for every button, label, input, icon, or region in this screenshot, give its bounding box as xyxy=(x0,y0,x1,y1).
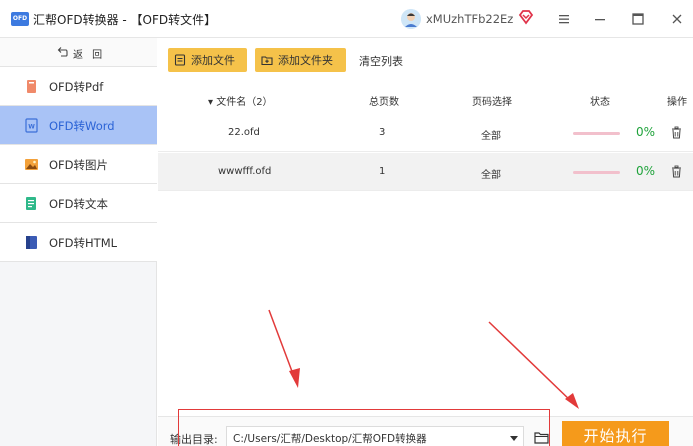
svg-text:W: W xyxy=(28,124,35,131)
vip-diamond-icon[interactable] xyxy=(518,9,534,25)
pdf-icon xyxy=(27,80,36,93)
add-file-icon xyxy=(174,54,186,66)
annotation-highlight-box xyxy=(178,409,550,446)
image-icon xyxy=(25,159,38,170)
trash-icon[interactable] xyxy=(670,126,683,139)
sidebar: 返 回 OFD转Pdf W OFD转Word OFD转图片 OFD转文本 OFD… xyxy=(0,38,157,446)
column-pages: 总页数 xyxy=(369,97,399,108)
add-folder-button[interactable]: 添加文件夹 xyxy=(255,48,346,72)
add-file-button[interactable]: 添加文件 xyxy=(168,48,247,72)
progress-bar xyxy=(573,132,620,135)
clear-list-button[interactable]: 清空列表 xyxy=(359,53,403,69)
page-select[interactable]: 全部 xyxy=(481,166,501,181)
toolbar: 添加文件 添加文件夹 清空列表 xyxy=(158,38,693,88)
progress-bar xyxy=(573,171,620,174)
page-count: 1 xyxy=(379,166,386,177)
table-row[interactable]: 22.ofd 3 全部 0% xyxy=(158,114,693,152)
maximize-icon[interactable] xyxy=(627,9,649,29)
add-folder-label: 添加文件夹 xyxy=(278,54,333,67)
add-folder-icon xyxy=(261,56,273,66)
start-button[interactable]: 开始执行 xyxy=(562,421,669,446)
progress-percent: 0% xyxy=(636,164,656,178)
add-file-label: 添加文件 xyxy=(191,54,235,67)
html-icon xyxy=(26,236,37,249)
sidebar-item-ofd-to-html[interactable]: OFD转HTML xyxy=(0,223,157,262)
page-count: 3 xyxy=(379,127,386,138)
progress-percent: 0% xyxy=(636,125,656,139)
title-bar: OFD 汇帮OFD转换器 - 【OFD转文件】 xMUzhTFb22Ez xyxy=(0,0,693,38)
window-title: 汇帮OFD转换器 - 【OFD转文件】 xyxy=(33,13,217,27)
column-action: 操作 xyxy=(667,97,687,108)
sidebar-item-ofd-to-image[interactable]: OFD转图片 xyxy=(0,145,157,184)
app-logo: OFD xyxy=(11,12,29,26)
user-avatar[interactable] xyxy=(401,9,421,29)
sidebar-item-label: OFD转图片 xyxy=(49,158,109,172)
word-icon: W xyxy=(25,118,38,133)
menu-icon[interactable] xyxy=(553,9,575,29)
close-icon[interactable] xyxy=(666,9,688,29)
text-icon xyxy=(26,197,36,210)
column-status: 状态 xyxy=(590,97,610,108)
sidebar-item-ofd-to-pdf[interactable]: OFD转Pdf xyxy=(0,67,157,106)
column-page-select: 页码选择 xyxy=(472,97,512,108)
column-filename[interactable]: ▾ 文件名（2） xyxy=(208,93,273,108)
minimize-icon[interactable] xyxy=(589,9,611,29)
back-label: 返 回 xyxy=(73,50,106,61)
sidebar-item-label: OFD转文本 xyxy=(49,197,109,211)
file-name: wwwfff.ofd xyxy=(218,166,272,177)
page-select[interactable]: 全部 xyxy=(481,127,501,142)
trash-icon[interactable] xyxy=(670,165,683,178)
file-name: 22.ofd xyxy=(228,127,260,138)
back-arrow-icon xyxy=(57,47,68,57)
back-button[interactable]: 返 回 xyxy=(0,38,157,67)
sidebar-item-label: OFD转HTML xyxy=(49,236,118,250)
sidebar-item-label: OFD转Word xyxy=(49,119,115,133)
sidebar-item-ofd-to-word[interactable]: W OFD转Word xyxy=(0,106,157,145)
table-row[interactable]: wwwfff.ofd 1 全部 0% xyxy=(158,153,693,191)
sidebar-item-ofd-to-text[interactable]: OFD转文本 xyxy=(0,184,157,223)
user-name[interactable]: xMUzhTFb22Ez xyxy=(426,12,513,26)
sidebar-item-label: OFD转Pdf xyxy=(49,80,104,94)
file-table-header: ▾ 文件名（2） 总页数 页码选择 状态 操作 xyxy=(158,88,693,114)
